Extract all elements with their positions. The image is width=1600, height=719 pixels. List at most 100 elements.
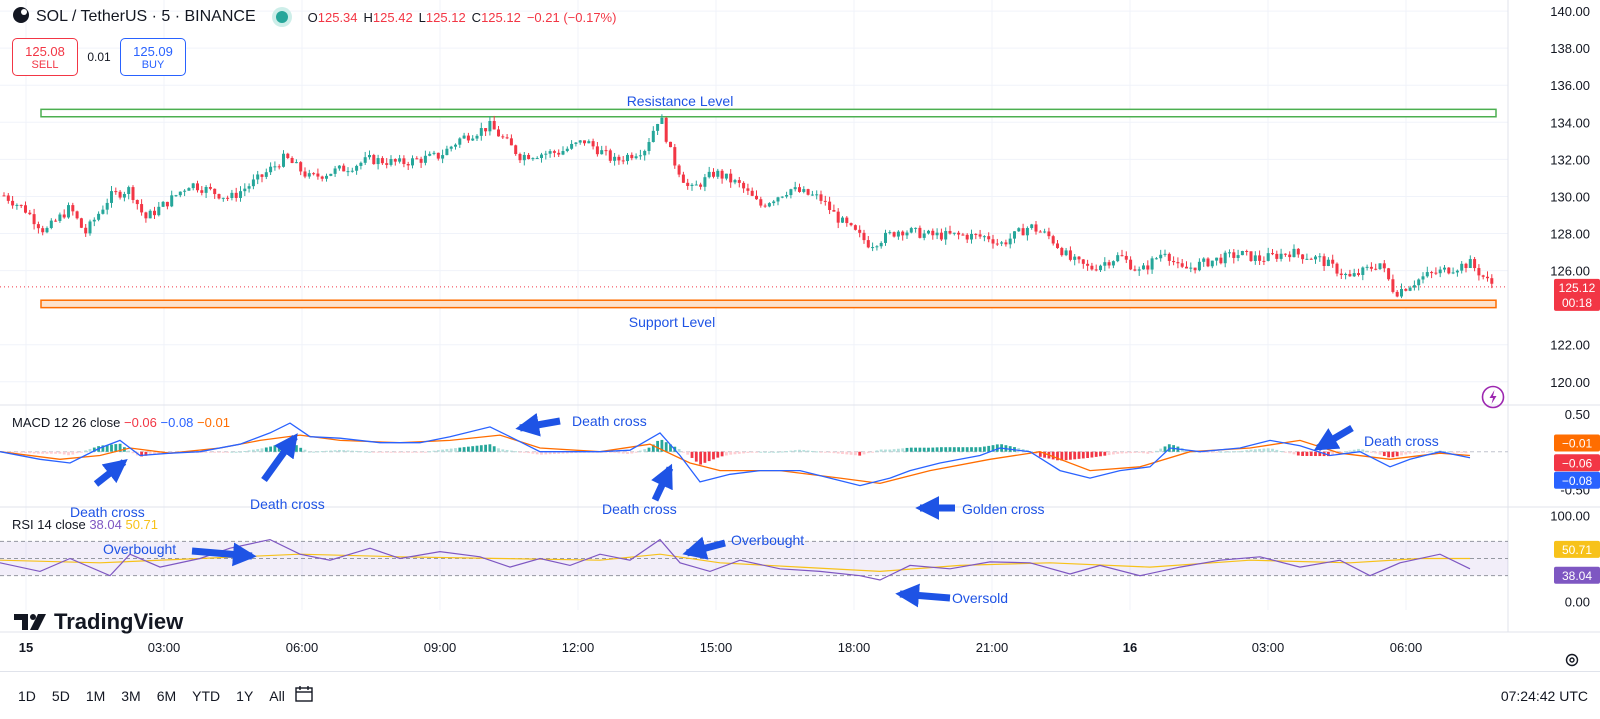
- settings-gear-icon[interactable]: [1564, 652, 1580, 668]
- date-range-calendar-icon[interactable]: [294, 684, 314, 704]
- support-level-box: [40, 299, 1497, 309]
- candle-body: [1150, 258, 1154, 270]
- macd-histogram-bar: [41, 451, 45, 454]
- candle-body: [1167, 253, 1171, 261]
- clock-readout[interactable]: 07:24:42 UTC: [1501, 688, 1588, 704]
- candle-body: [793, 187, 797, 190]
- macd-histogram-bar: [1430, 451, 1433, 453]
- candle-body: [892, 232, 896, 237]
- macd-histogram-bar: [84, 450, 88, 452]
- candle-body: [518, 154, 522, 161]
- symbol-title[interactable]: SOL / TetherUS · 5 · BINANCE: [36, 8, 256, 26]
- candle-body: [613, 156, 617, 161]
- macd-histogram-bar: [746, 451, 750, 453]
- buy-button[interactable]: 125.09 BUY: [120, 38, 186, 76]
- rsi-ma-badge: 50.71: [1562, 543, 1592, 557]
- macd-histogram-bar: [1378, 451, 1382, 455]
- macd-histogram-bar: [67, 451, 70, 456]
- macd-histogram-bar: [1090, 451, 1094, 458]
- range-ytd-button[interactable]: YTD: [184, 688, 228, 704]
- macd-histogram-bar: [707, 451, 711, 462]
- price-tick-label: 122.00: [1550, 338, 1590, 353]
- lightning-icon[interactable]: [1481, 385, 1505, 409]
- macd-histogram-bar: [1086, 451, 1089, 459]
- macd-histogram-bar: [1301, 451, 1304, 456]
- macd-histogram-bar: [1382, 451, 1386, 457]
- candle-body: [707, 171, 711, 178]
- range-1y-button[interactable]: 1Y: [228, 688, 261, 704]
- candle-body: [514, 145, 518, 155]
- candle-body: [1266, 253, 1270, 261]
- macd-histogram-bar: [1073, 451, 1077, 460]
- candle-body: [6, 195, 10, 201]
- candle-body: [1288, 254, 1292, 258]
- annotation-arrow: [651, 463, 674, 502]
- candle-body: [372, 155, 376, 165]
- macd-histogram-bar: [256, 449, 260, 452]
- candle-body: [1008, 238, 1012, 245]
- macd-histogram-bar: [819, 451, 823, 453]
- candle-body: [148, 210, 152, 219]
- ohlc-value: 125.34: [317, 9, 358, 25]
- macd-histogram-bar: [1129, 451, 1132, 454]
- annotation-label: Resistance Level: [627, 93, 734, 109]
- macd-histogram-bar: [1425, 451, 1429, 453]
- candle-body: [901, 231, 905, 236]
- candle-body: [961, 234, 965, 236]
- candle-body: [845, 217, 849, 224]
- macd-histogram-bar: [759, 451, 763, 453]
- macd-histogram-bar: [858, 451, 862, 456]
- tradingview-logo[interactable]: TradingView: [14, 609, 183, 635]
- range-1m-button[interactable]: 1M: [78, 688, 113, 704]
- macd-histogram-bar: [393, 451, 397, 453]
- macd-histogram-bar: [1413, 451, 1416, 454]
- range-5d-button[interactable]: 5D: [44, 688, 78, 704]
- candle-body: [1326, 259, 1330, 267]
- macd-histogram-bar: [634, 451, 638, 453]
- candle-body: [647, 142, 651, 151]
- annotation-label: Death cross: [602, 501, 677, 517]
- candle-body: [527, 154, 531, 160]
- candle-body: [660, 117, 664, 124]
- range-3m-button[interactable]: 3M: [113, 688, 148, 704]
- macd-histogram-bar: [630, 451, 634, 454]
- macd-histogram-bar: [875, 450, 879, 452]
- candle-body: [428, 153, 432, 156]
- sell-button[interactable]: 125.08 SELL: [12, 38, 78, 76]
- candle-body: [157, 206, 161, 216]
- candle-body: [991, 239, 995, 244]
- macd-histogram-bar: [931, 447, 935, 452]
- candle-body: [411, 158, 414, 166]
- range-all-button[interactable]: All: [261, 688, 293, 704]
- candle-body: [41, 228, 45, 233]
- candle-body: [49, 220, 53, 228]
- range-6m-button[interactable]: 6M: [149, 688, 184, 704]
- macd-histogram-bar: [226, 451, 229, 453]
- macd-histogram-bar: [37, 451, 40, 454]
- candle-body: [1163, 253, 1167, 255]
- macd-histogram-bar: [243, 451, 247, 453]
- macd-histogram-bar: [836, 451, 840, 454]
- candle-body: [544, 153, 548, 155]
- candle-body: [350, 170, 354, 172]
- candle-body: [841, 217, 844, 223]
- candle-body: [729, 173, 733, 183]
- range-1d-button[interactable]: 1D: [10, 688, 44, 704]
- macd-histogram-bar: [1279, 451, 1283, 453]
- sell-price: 125.08: [25, 43, 65, 59]
- candle-body: [681, 174, 685, 183]
- candle-body: [1056, 243, 1059, 249]
- price-tick-label: 128.00: [1550, 227, 1590, 242]
- chart-canvas[interactable]: MACD 12 26 close −0.06 −0.08 −0.01RSI 14…: [0, 0, 1600, 718]
- macd-histogram-bar: [712, 451, 715, 460]
- candle-body: [1090, 265, 1094, 270]
- macd-histogram-bar: [1112, 451, 1115, 455]
- signal-line: [0, 434, 1471, 485]
- macd-histogram-bar: [664, 442, 668, 452]
- macd-histogram-bar: [71, 451, 75, 455]
- chart-header: SOL / TetherUS · 5 · BINANCE O125.34 H12…: [0, 0, 616, 34]
- candle-body: [239, 191, 242, 198]
- ohlc-value: 125.12: [481, 9, 521, 25]
- macd-histogram-bar: [372, 451, 376, 453]
- macd-histogram-bar: [467, 446, 470, 452]
